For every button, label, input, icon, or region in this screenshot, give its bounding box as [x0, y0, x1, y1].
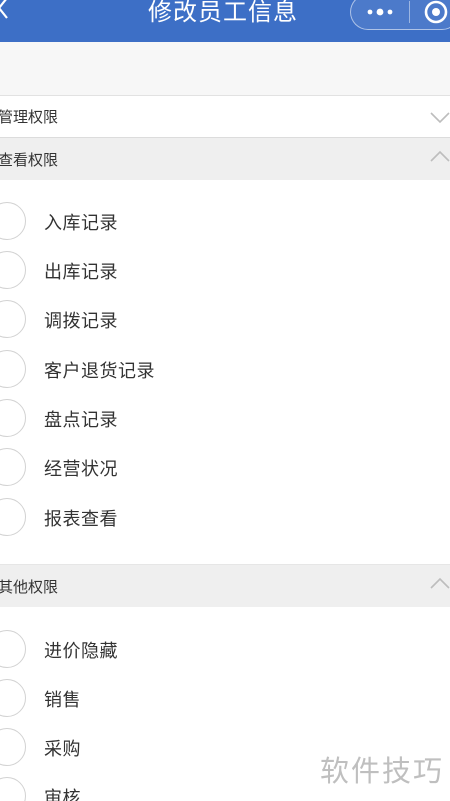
nav-header: 修改员工信息 [0, 0, 450, 42]
radio-button[interactable] [0, 202, 26, 240]
permission-label: 客户退货记录 [44, 361, 155, 382]
mini-program-capsule [350, 0, 450, 30]
radio-button[interactable] [0, 728, 26, 766]
section-label: 查看权限 [0, 150, 59, 169]
radio-button[interactable] [0, 498, 26, 536]
radio-button[interactable] [0, 300, 26, 338]
page-title: 修改员工信息 [148, 0, 298, 26]
permission-label: 出库记录 [44, 262, 118, 283]
radio-button[interactable] [0, 630, 26, 668]
top-spacer [0, 42, 450, 96]
permission-label: 入库记录 [44, 213, 118, 234]
radio-button[interactable] [0, 399, 26, 437]
radio-button[interactable] [0, 251, 26, 289]
target-circle-icon[interactable] [423, 0, 449, 25]
radio-button[interactable] [0, 679, 26, 717]
section-label: 其他权限 [0, 577, 59, 596]
permission-label: 销售 [44, 690, 81, 711]
permission-label: 报表查看 [44, 509, 118, 530]
radio-button[interactable] [0, 448, 26, 486]
more-dots-icon[interactable] [365, 5, 395, 19]
section-header-view[interactable]: 查看权限 [0, 138, 450, 180]
permission-item[interactable]: 经营状况 [0, 444, 450, 486]
permission-label: 盘点记录 [44, 410, 118, 431]
capsule-divider [409, 1, 410, 23]
permission-item[interactable]: 进价隐藏 [0, 626, 450, 668]
radio-button[interactable] [0, 777, 26, 801]
permission-label: 审核 [44, 788, 81, 801]
permission-item[interactable]: 客户退货记录 [0, 346, 450, 388]
permission-item[interactable]: 报表查看 [0, 494, 450, 536]
permission-label: 进价隐藏 [44, 641, 118, 662]
chevron-left-icon[interactable] [0, 0, 14, 20]
permission-item[interactable]: 入库记录 [0, 198, 450, 240]
radio-button[interactable] [0, 350, 26, 388]
permission-item[interactable]: 销售 [0, 675, 450, 717]
section-header-manage[interactable]: 管理权限 [0, 96, 450, 138]
chevron-up-icon [430, 577, 450, 589]
section-header-other[interactable]: 其他权限 [0, 565, 450, 607]
section-label: 管理权限 [0, 108, 59, 126]
permission-item[interactable]: 出库记录 [0, 247, 450, 289]
permission-label: 经营状况 [44, 459, 118, 480]
permission-label: 采购 [44, 739, 81, 760]
chevron-down-icon [430, 112, 450, 124]
permission-item[interactable]: 调拨记录 [0, 296, 450, 338]
watermark-text: 软件技巧 [320, 754, 445, 788]
permission-label: 调拨记录 [44, 311, 118, 332]
permission-item[interactable]: 盘点记录 [0, 395, 450, 437]
chevron-up-icon [430, 150, 450, 162]
